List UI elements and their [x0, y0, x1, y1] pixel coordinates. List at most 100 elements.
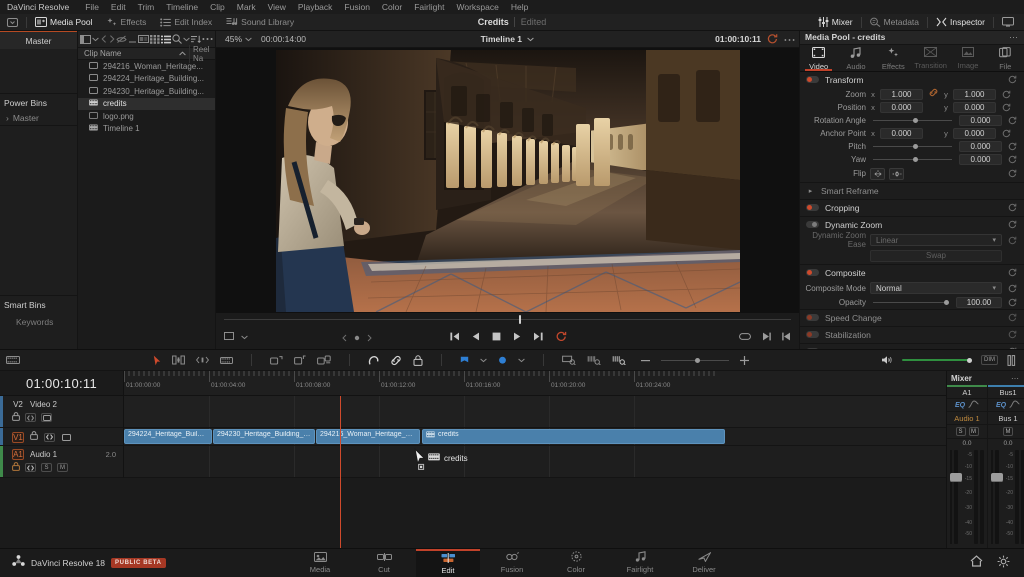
solo-button[interactable]: S	[955, 427, 966, 436]
auto-select-toggle-a1[interactable]	[25, 463, 36, 472]
strip-name-bus1[interactable]: Bus 1	[988, 412, 1024, 425]
opacity-field[interactable]: 100.00	[956, 296, 1002, 308]
menu-item-mark[interactable]: Mark	[231, 0, 262, 14]
link-icon[interactable]	[927, 88, 939, 100]
mute-button[interactable]: M	[1003, 427, 1013, 436]
track-name-a1[interactable]: Audio 1	[30, 450, 57, 459]
reset-icon[interactable]	[1006, 116, 1018, 125]
media-pool-list[interactable]: 294216_Woman_Heritage... 294224_Heritage…	[78, 60, 215, 349]
lens-correction-toggle[interactable]	[806, 348, 819, 349]
page-deliver[interactable]: Deliver	[672, 549, 736, 577]
cropping-toggle[interactable]	[806, 204, 819, 212]
mute-button[interactable]: M	[968, 427, 979, 436]
jump-end-button[interactable]	[533, 332, 544, 344]
page-cut[interactable]: Cut	[352, 549, 416, 577]
mixer-options-icon[interactable]: ⋯	[1011, 374, 1020, 383]
menu-item-workspace[interactable]: Workspace	[450, 0, 504, 14]
mark-in-icon[interactable]	[762, 332, 771, 344]
reset-icon[interactable]	[1006, 142, 1018, 151]
yaw-field[interactable]: 0.000	[959, 153, 1002, 165]
lock-icon[interactable]	[12, 461, 20, 474]
track-content-v2[interactable]	[124, 396, 946, 428]
grid-view-icon[interactable]	[150, 32, 160, 47]
inspector-button[interactable]: Inspector	[929, 14, 992, 31]
composite-header[interactable]: Composite	[800, 265, 1024, 281]
dynamic-zoom-ease-select[interactable]: Linear ▾	[870, 234, 1002, 247]
composite-mode-select[interactable]: Normal ▾	[870, 282, 1002, 295]
jump-start-button[interactable]	[449, 332, 460, 344]
reset-icon[interactable]	[1006, 169, 1018, 178]
page-fairlight[interactable]: Fairlight	[608, 549, 672, 577]
rotation-field[interactable]: 0.000	[959, 114, 1002, 126]
track-header-v2[interactable]: V2 Video 2	[0, 396, 124, 428]
track-name-v2[interactable]: Video 2	[30, 400, 57, 409]
position-y-field[interactable]: 0.000	[953, 101, 996, 113]
trim-edit-tool-icon[interactable]	[171, 355, 185, 365]
track-header-v1[interactable]: V1	[0, 428, 124, 446]
timeline-ruler[interactable]: 01:00:00:00 01:00:04:00 01:00:08:00 01:0…	[124, 371, 946, 395]
bin-master-header[interactable]: Master	[0, 31, 77, 49]
dim-audio-button[interactable]: DIM	[981, 355, 998, 365]
reset-icon[interactable]	[1006, 236, 1018, 245]
viewer-refresh-icon[interactable]	[767, 33, 778, 46]
page-edit[interactable]: Edit	[416, 548, 480, 577]
list-item[interactable]: 294216_Woman_Heritage...	[78, 60, 215, 73]
tab-effects[interactable]: Effects	[875, 45, 912, 71]
list-view-icon[interactable]	[161, 32, 171, 47]
reset-icon[interactable]	[1006, 220, 1018, 229]
edit-index-button[interactable]: Edit Index	[153, 14, 219, 31]
tab-file[interactable]: File	[987, 45, 1024, 71]
solo-button-a1[interactable]: S	[41, 463, 52, 472]
menu-item-fairlight[interactable]: Fairlight	[408, 0, 450, 14]
reset-icon[interactable]	[1006, 284, 1018, 293]
menu-item-help[interactable]: Help	[505, 0, 534, 14]
lock-icon[interactable]	[12, 411, 20, 424]
list-item-credits[interactable]: credits	[78, 97, 215, 110]
viewer-source-timecode[interactable]: 00:00:14:00	[261, 34, 306, 44]
zoom-fit-icon[interactable]	[561, 355, 576, 365]
viewer-scrubber[interactable]	[216, 313, 799, 326]
timeline-track-area[interactable]: V2 Video 2 V1 294224_Heritage_Building..…	[0, 396, 946, 548]
menu-item-file[interactable]: File	[79, 0, 105, 14]
snapping-magnet-icon[interactable]	[368, 355, 379, 366]
chevron-down-icon[interactable]	[479, 358, 487, 363]
media-pool-button[interactable]: Media Pool	[28, 14, 100, 31]
jog-control[interactable]	[342, 334, 372, 342]
timeline-volume-slider[interactable]	[902, 355, 972, 365]
snapping-edit-icon[interactable]	[269, 355, 283, 365]
collapse-icon[interactable]	[128, 32, 137, 47]
page-color[interactable]: Color	[544, 549, 608, 577]
tab-video[interactable]: Video	[800, 45, 837, 71]
speed-change-header[interactable]: Speed Change	[800, 310, 1024, 326]
zoom-full-extent-icon[interactable]	[587, 355, 601, 365]
menu-item-clip[interactable]: Clip	[204, 0, 231, 14]
chevron-down-icon[interactable]	[527, 34, 535, 44]
scrubber-playhead[interactable]	[519, 315, 522, 324]
sound-library-button[interactable]: Sound Library	[219, 14, 301, 31]
reset-icon[interactable]	[1006, 155, 1018, 164]
tab-audio[interactable]: Audio	[837, 45, 874, 71]
chevron-down-icon[interactable]	[92, 32, 99, 47]
menu-brand[interactable]: DaVinci Resolve	[5, 0, 79, 14]
timeline-playhead-timecode[interactable]: 01:00:10:11	[0, 371, 124, 395]
flag-marker-icon[interactable]	[460, 356, 469, 365]
tab-image[interactable]: Image	[949, 45, 986, 71]
cropping-header[interactable]: Cropping	[800, 200, 1024, 216]
track-header-a1[interactable]: A1 Audio 1 2.0 S M	[0, 446, 124, 478]
rotation-slider[interactable]	[873, 115, 952, 126]
menu-item-fusion[interactable]: Fusion	[338, 0, 376, 14]
zoom-in-icon[interactable]	[739, 355, 749, 365]
auto-select-toggle-v1[interactable]	[44, 432, 55, 442]
yaw-slider[interactable]	[873, 154, 952, 165]
reset-icon[interactable]	[1006, 268, 1018, 277]
mark-out-icon[interactable]	[782, 332, 791, 344]
dynamic-zoom-toggle[interactable]	[806, 221, 819, 229]
search-icon[interactable]	[172, 32, 182, 47]
strip-db-bus1[interactable]: 0.0	[988, 439, 1024, 448]
flag-clip-icon[interactable]	[293, 355, 306, 365]
razor-tool-icon[interactable]	[219, 356, 233, 365]
reset-icon[interactable]	[1006, 313, 1018, 322]
zoom-out-icon[interactable]	[640, 359, 650, 362]
stabilization-header[interactable]: Stabilization	[800, 327, 1024, 343]
viewer-current-timecode[interactable]: 01:00:10:11	[715, 34, 761, 44]
